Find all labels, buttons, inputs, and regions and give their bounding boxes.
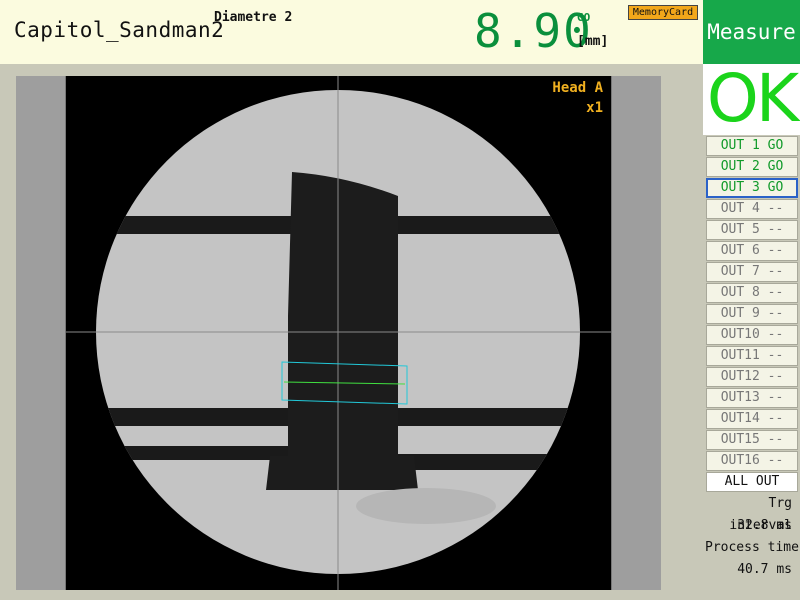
mode-label: Measure [707, 20, 796, 44]
output-item[interactable]: OUT10 -- [706, 325, 798, 345]
zoom-label: x1 [586, 100, 603, 116]
memory-card-badge: MemoryCard [628, 5, 698, 20]
camera-image [66, 76, 611, 590]
output-item[interactable]: OUT 1 GO [706, 136, 798, 156]
measurement-name: Diametre 2 [214, 10, 293, 25]
output-item[interactable]: OUT15 -- [706, 430, 798, 450]
output-item[interactable]: OUT14 -- [706, 409, 798, 429]
output-item[interactable]: OUT 3 GO [706, 178, 798, 198]
result-panel: OK [703, 60, 800, 137]
output-item[interactable]: OUT11 -- [706, 346, 798, 366]
output-list: OUT 1 GO OUT 2 GO OUT 3 GO OUT 4 -- OUT … [703, 135, 800, 581]
output-item[interactable]: OUT 9 -- [706, 304, 798, 324]
image-border-right [611, 76, 661, 590]
output-item[interactable]: OUT 8 -- [706, 283, 798, 303]
measurement-judgement: GO [577, 11, 591, 24]
mode-button[interactable]: Measure [703, 0, 800, 64]
camera-head-label: Head A [552, 80, 603, 96]
status-header: Capitol_Sandman2 Diametre 2 8.90 GO [mm]… [0, 0, 703, 64]
measurement-unit: [mm] [577, 34, 609, 49]
output-item[interactable]: OUT16 -- [706, 451, 798, 471]
overall-result: OK [706, 60, 799, 137]
trg-interval-label: Trg interval [729, 496, 792, 533]
output-item[interactable]: OUT12 -- [706, 367, 798, 387]
output-item[interactable]: OUT 2 GO [706, 157, 798, 177]
image-border-left [16, 76, 66, 590]
program-name: Capitol_Sandman2 [14, 18, 225, 42]
output-item[interactable]: OUT13 -- [706, 388, 798, 408]
output-item[interactable]: OUT 4 -- [706, 199, 798, 219]
all-out-button[interactable]: ALL OUT [706, 472, 798, 492]
camera-image-view[interactable]: Head A x1 [16, 76, 661, 590]
trg-interval-value: 32.8 ms [737, 518, 792, 533]
process-time-value: 40.7 ms [737, 562, 792, 577]
output-item[interactable]: OUT 7 -- [706, 262, 798, 282]
process-time-label: Process time [705, 540, 799, 555]
measurement-value: 8.90 [474, 4, 593, 58]
output-item[interactable]: OUT 5 -- [706, 220, 798, 240]
output-item[interactable]: OUT 6 -- [706, 241, 798, 261]
